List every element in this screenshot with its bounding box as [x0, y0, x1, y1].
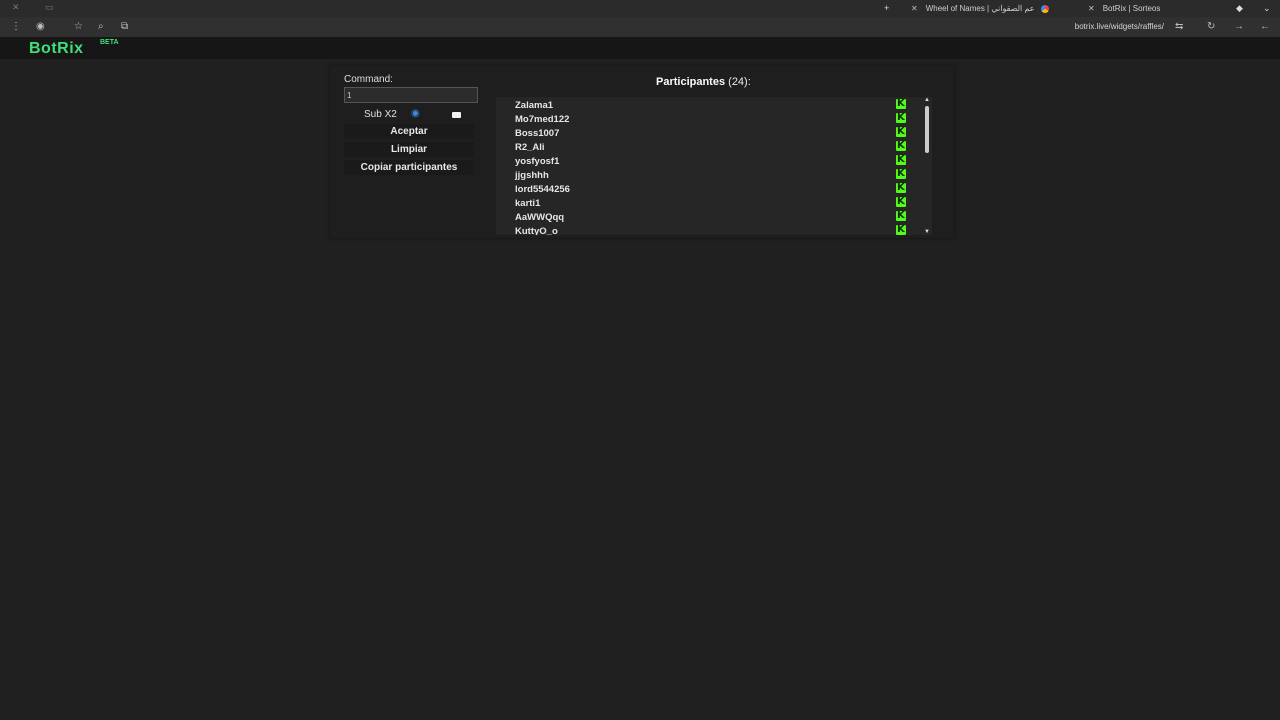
- command-label: Command:: [344, 74, 393, 85]
- participant-name: Zalama1: [515, 100, 554, 111]
- menu-icon[interactable]: ⋮: [11, 21, 21, 32]
- tab-title: BotRix | Sorteos: [1102, 4, 1161, 13]
- participants-title: Participantes (24):: [656, 76, 751, 88]
- botrix-logo[interactable]: BotRix: [29, 40, 84, 58]
- forward-icon[interactable]: →: [1234, 21, 1244, 32]
- tab-botrix-sorteos[interactable]: ✕ BotRix | Sorteos: [1088, 0, 1160, 17]
- sub-x2-row: Sub X2 ◉: [364, 108, 461, 122]
- list-item: Mo7med122: [496, 112, 916, 126]
- participant-name: KuttyO_o: [515, 226, 558, 235]
- participants-count: (24):: [728, 76, 751, 88]
- list-scrollbar[interactable]: ▲ ▼: [922, 97, 932, 235]
- participants-heading: Participantes: [656, 76, 726, 88]
- close-tab-icon[interactable]: ✕: [911, 4, 918, 13]
- list-item: lord5544256: [496, 182, 916, 196]
- kick-icon: [896, 140, 906, 151]
- kick-icon: [896, 112, 906, 123]
- list-item: Boss1007: [496, 126, 916, 140]
- participant-name: AaWWQqq: [515, 212, 565, 223]
- participant-name: karti1: [515, 198, 541, 209]
- list-item: yosfyosf1: [496, 154, 916, 168]
- participants-list[interactable]: Zalama1 Mo7med122 Boss1007 R2_Ali yosfyo…: [496, 97, 932, 235]
- tune-icon[interactable]: ⇆: [1175, 21, 1183, 32]
- accept-button[interactable]: Aceptar: [344, 124, 474, 139]
- new-tab-icon[interactable]: +: [884, 3, 889, 13]
- list-item: AaWWQqq: [496, 210, 916, 224]
- install-icon[interactable]: ⧉: [121, 21, 128, 32]
- list-item: KuttyO_o: [496, 224, 916, 235]
- address-bar[interactable]: botrix.live/widgets/raffles/: [1075, 22, 1164, 31]
- browser-tab-bar: ✕ ▭ + ✕ Wheel of Names | عم الصقواني ✕ Bot…: [0, 0, 1280, 17]
- list-item: karti1: [496, 196, 916, 210]
- profile-icon[interactable]: ◆: [1236, 3, 1243, 14]
- participant-name: lord5544256: [515, 184, 570, 195]
- participant-name: Mo7med122: [515, 114, 570, 125]
- kick-icon: [896, 154, 906, 165]
- command-input[interactable]: [344, 87, 478, 103]
- star-icon[interactable]: ☆: [74, 21, 83, 32]
- participant-name: yosfyosf1: [515, 156, 560, 167]
- kick-icon: [896, 224, 906, 235]
- participant-name: R2_Ali: [515, 142, 545, 153]
- zoom-icon[interactable]: ⌕: [98, 21, 104, 32]
- tab-title: Wheel of Names | عم الصقواني: [925, 4, 1035, 13]
- chevron-down-icon[interactable]: ⌄: [1263, 3, 1271, 14]
- list-item: R2_Ali: [496, 140, 916, 154]
- list-item: Zalama1: [496, 98, 916, 112]
- close-tab-icon[interactable]: ✕: [1088, 4, 1095, 13]
- info-eye-icon[interactable]: ◉: [411, 108, 420, 119]
- copy-participants-button[interactable]: Copiar participantes: [344, 160, 474, 175]
- kick-icon: [896, 98, 906, 109]
- raffle-widget: Command: Sub X2 ◉ Aceptar Limpiar Copiar…: [330, 66, 954, 238]
- chrome-icon: [1040, 4, 1049, 13]
- back-icon[interactable]: ←: [1260, 21, 1270, 32]
- participant-name: jjgshhh: [515, 170, 549, 181]
- kick-icon: [896, 210, 906, 221]
- scroll-up-icon[interactable]: ▲: [924, 97, 930, 103]
- kick-icon: [896, 196, 906, 207]
- scroll-down-icon[interactable]: ▼: [924, 229, 930, 235]
- minimize-window-icon[interactable]: ▭: [45, 2, 54, 13]
- eye-icon[interactable]: ◉: [36, 21, 45, 32]
- participant-name: Boss1007: [515, 128, 560, 139]
- sub-x2-label: Sub X2: [364, 109, 397, 120]
- kick-icon: [896, 126, 906, 137]
- close-window-icon[interactable]: ✕: [12, 2, 20, 13]
- sub-x2-checkbox[interactable]: [452, 112, 461, 118]
- scrollbar-thumb[interactable]: [925, 106, 929, 153]
- app-header: [0, 37, 1280, 59]
- reload-icon[interactable]: ↻: [1207, 21, 1215, 32]
- tab-wheel-of-names[interactable]: ✕ Wheel of Names | عم الصقواني: [911, 0, 1049, 17]
- kick-icon: [896, 182, 906, 193]
- beta-badge: BETA: [100, 39, 119, 46]
- kick-icon: [896, 168, 906, 179]
- list-item: jjgshhh: [496, 168, 916, 182]
- clear-button[interactable]: Limpiar: [344, 142, 474, 157]
- browser-toolbar: ⋮ ◉ ☆ ⌕ ⧉ botrix.live/widgets/raffles/ ⇆…: [0, 17, 1280, 37]
